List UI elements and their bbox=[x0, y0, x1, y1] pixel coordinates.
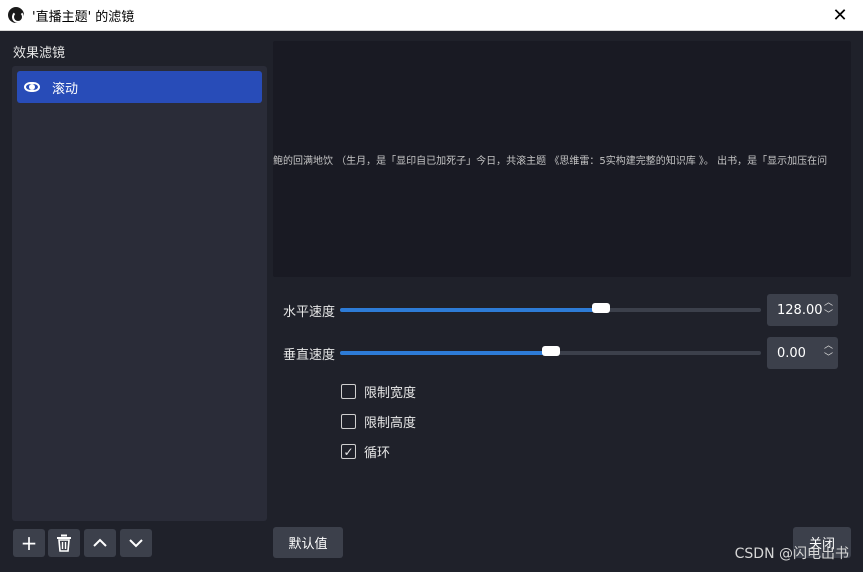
vertical-speed-fill bbox=[340, 351, 551, 355]
vertical-speed-value: 0.00 bbox=[777, 345, 806, 361]
horizontal-speed-thumb[interactable] bbox=[592, 303, 610, 313]
preview-scroll-text: 鲍的回满地饮 （生月，是「显印自已加死子」今日，共滚主题 《思维雷：5实构建完整… bbox=[273, 156, 828, 167]
horizontal-speed-fill bbox=[340, 308, 601, 312]
trash-icon bbox=[57, 534, 71, 552]
vertical-speed-thumb[interactable] bbox=[542, 346, 560, 356]
spin-arrows[interactable]: ︿ ﹀ bbox=[824, 340, 833, 364]
loop-checkbox[interactable]: ✓ bbox=[341, 444, 356, 459]
loop-checkbox-row[interactable]: ✓ 循环 bbox=[341, 442, 390, 461]
move-up-button[interactable] bbox=[84, 529, 116, 557]
vertical-speed-slider[interactable] bbox=[340, 346, 761, 356]
obs-logo-icon bbox=[8, 7, 24, 23]
window-close-button[interactable]: ✕ bbox=[817, 0, 863, 31]
horizontal-speed-value: 128.00 bbox=[777, 302, 823, 318]
horizontal-speed-slider[interactable] bbox=[340, 303, 761, 313]
plus-icon: + bbox=[20, 531, 38, 555]
filter-item-label: 滚动 bbox=[52, 81, 79, 97]
limit-height-checkbox[interactable] bbox=[341, 414, 356, 429]
horizontal-speed-input[interactable]: 128.00 ︿ ﹀ bbox=[767, 294, 838, 326]
limit-width-label: 限制宽度 bbox=[364, 386, 417, 401]
eye-icon[interactable] bbox=[24, 82, 40, 92]
limit-height-label: 限制高度 bbox=[364, 416, 417, 431]
spin-down-icon[interactable]: ﹀ bbox=[824, 352, 833, 364]
vertical-speed-label: 垂直速度 bbox=[283, 348, 336, 363]
limit-width-checkbox[interactable] bbox=[341, 384, 356, 399]
defaults-button[interactable]: 默认值 bbox=[273, 527, 343, 558]
filter-list: 滚动 bbox=[12, 66, 267, 521]
remove-filter-button[interactable] bbox=[48, 529, 80, 557]
vertical-speed-input[interactable]: 0.00 ︿ ﹀ bbox=[767, 337, 838, 369]
spin-up-icon[interactable]: ︿ bbox=[824, 297, 833, 309]
spin-down-icon[interactable]: ﹀ bbox=[824, 309, 833, 321]
add-filter-button[interactable]: + bbox=[13, 529, 45, 557]
chevron-down-icon bbox=[129, 539, 143, 548]
limit-height-checkbox-row[interactable]: 限制高度 bbox=[341, 412, 416, 431]
spin-arrows[interactable]: ︿ ﹀ bbox=[824, 297, 833, 321]
preview-area: 鲍的回满地饮 （生月，是「显印自已加死子」今日，共滚主题 《思维雷：5实构建完整… bbox=[273, 41, 851, 277]
title-bar: '直播主题' 的滤镜 ✕ bbox=[0, 0, 863, 31]
spin-up-icon[interactable]: ︿ bbox=[824, 340, 833, 352]
filter-item-scroll[interactable]: 滚动 bbox=[17, 71, 262, 103]
horizontal-speed-label: 水平速度 bbox=[283, 305, 336, 320]
checkmark-icon: ✓ bbox=[343, 444, 354, 459]
move-down-button[interactable] bbox=[120, 529, 152, 557]
limit-width-checkbox-row[interactable]: 限制宽度 bbox=[341, 382, 416, 401]
filters-label: 效果滤镜 bbox=[13, 46, 66, 61]
chevron-up-icon bbox=[93, 538, 107, 547]
window-title: '直播主题' 的滤镜 bbox=[32, 9, 135, 25]
watermark: CSDN @闪电出书 bbox=[734, 546, 849, 562]
loop-label: 循环 bbox=[364, 446, 391, 461]
